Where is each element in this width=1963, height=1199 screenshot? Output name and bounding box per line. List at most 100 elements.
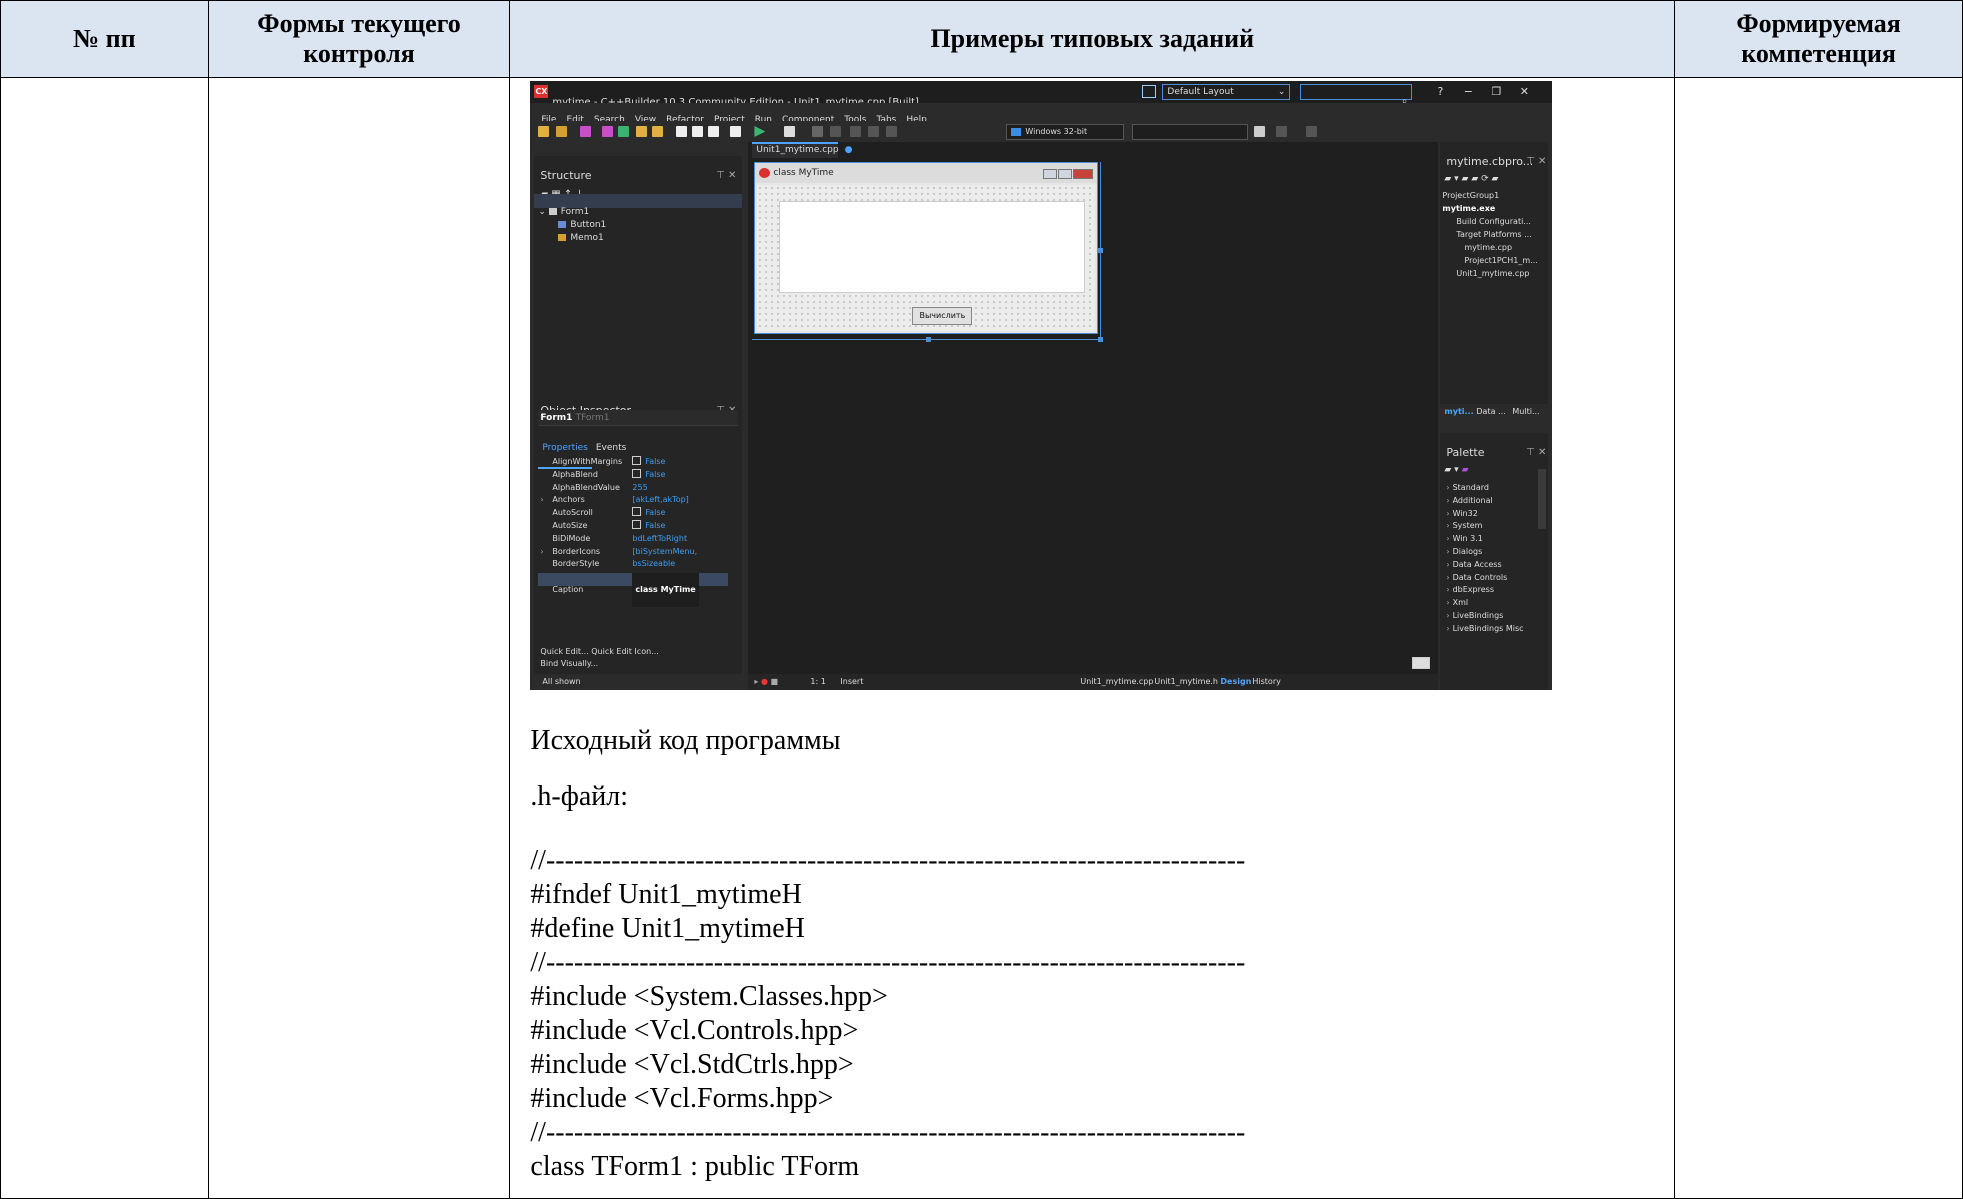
code-line: //--------------------------------------… xyxy=(530,845,1246,876)
stop-icon[interactable] xyxy=(830,126,842,137)
resize-handle[interactable] xyxy=(1098,248,1104,253)
project-manager-panel: mytime.cbpro... ⊤ ✕ ▰ ▾ ▰ ▰ ⟳ ▰ ProjectG… xyxy=(1440,142,1549,420)
add-to-project-icon[interactable] xyxy=(636,126,648,137)
object-inspector-panel: Object Inspector ⊤ ✕ Form1 TForm1 Proper… xyxy=(534,391,743,690)
object-select-name: Form1 xyxy=(540,413,573,423)
view-tab-design[interactable]: Design xyxy=(1220,674,1251,690)
form-titlebar: class MyTime xyxy=(755,163,1098,183)
memo-component[interactable] xyxy=(779,201,1086,293)
form-minimize-icon xyxy=(1043,169,1058,179)
app-icon: CX xyxy=(534,85,549,98)
resize-handle[interactable] xyxy=(926,337,932,342)
property-row[interactable]: AlphaBlend False xyxy=(538,458,728,479)
property-row[interactable]: BiDiMode bdLeftToRight xyxy=(538,522,728,543)
structure-panel: Structure ⊤ ✕ ▰ ▦ ↑ ↓ ⌄ Form1 Button1 Me… xyxy=(534,156,743,391)
form-window-buttons xyxy=(1042,167,1094,187)
remove-from-project-icon[interactable] xyxy=(652,126,664,137)
config-select[interactable] xyxy=(1132,124,1249,140)
oi-links: Quick Edit... Quick Edit Icon... Bind Vi… xyxy=(540,646,658,670)
layout-select[interactable]: Default Layout ⌄ xyxy=(1162,84,1291,100)
new-file-icon[interactable] xyxy=(538,126,550,137)
property-row[interactable]: BorderWidth0 xyxy=(538,560,728,581)
restore-button[interactable]: ❐ xyxy=(1486,84,1506,100)
pause-icon[interactable] xyxy=(812,126,824,137)
designed-form[interactable]: class MyTime Вычислить xyxy=(754,162,1099,334)
calculate-button[interactable]: Вычислить xyxy=(912,307,973,325)
form-preview-icon[interactable] xyxy=(1412,657,1431,669)
view-form-icon[interactable] xyxy=(692,126,704,137)
quick-edit-icon-link[interactable]: Quick Edit Icon... xyxy=(591,647,659,656)
code-line: class TForm1 : public TForm xyxy=(530,1151,860,1182)
save-all-icon[interactable] xyxy=(602,126,614,137)
property-row[interactable]: BorderStyle bsSizeable xyxy=(538,547,728,568)
chevron-right-icon: › xyxy=(1446,623,1450,633)
code-line: //--------------------------------------… xyxy=(530,947,1246,978)
property-row[interactable]: Caption class MyTime xyxy=(538,573,729,607)
editor-tab[interactable]: Unit1_mytime.cpp ● xyxy=(752,142,852,158)
view-unit-icon[interactable] xyxy=(676,126,688,137)
project-tabs: myti... Data ... Multi... xyxy=(1440,404,1549,420)
run-without-debug-icon[interactable] xyxy=(784,126,796,137)
device-icon[interactable] xyxy=(1254,126,1266,137)
platform-select[interactable]: Windows 32-bit xyxy=(1006,124,1125,140)
property-row[interactable]: AutoScroll False xyxy=(538,496,728,517)
platform-select-label: Windows 32-bit xyxy=(1025,127,1088,136)
object-select[interactable]: Form1 TForm1 xyxy=(538,410,739,426)
ide-menubar: File Edit Search View Refactor Project Run Comp… xyxy=(530,103,1553,125)
code-line: #include <Vcl.Controls.hpp> xyxy=(530,1015,859,1046)
ide-titlebar: CX mytime - C++Builder 10.3 Community Ed… xyxy=(530,81,1553,108)
minimize-button[interactable]: − xyxy=(1458,84,1478,100)
object-select-type: TForm1 xyxy=(575,413,610,423)
macro-icon[interactable]: ▸ ● ■ xyxy=(754,674,778,690)
tab-project[interactable]: myti... xyxy=(1444,404,1473,420)
tab-multi[interactable]: Multi... xyxy=(1512,404,1539,420)
property-row[interactable]: AlignWithMargins False xyxy=(538,445,728,466)
quick-edit-link[interactable]: Quick Edit... xyxy=(540,647,588,656)
body-row: CX mytime - C++Builder 10.3 Community Ed… xyxy=(0,77,1963,1199)
help-button[interactable]: ? xyxy=(1430,84,1450,100)
property-row[interactable]: AutoSize False xyxy=(538,509,728,530)
code-block: //--------------------------------------… xyxy=(530,844,1674,1184)
tab-data[interactable]: Data ... xyxy=(1476,404,1505,420)
form-app-icon xyxy=(759,168,771,178)
close-button[interactable]: ✕ xyxy=(1514,84,1534,100)
property-row[interactable]: › BorderIcons [biSystemMenu, xyxy=(538,535,728,556)
ide-search-input[interactable]: ⌕ xyxy=(1300,84,1413,107)
task-examples-cell: CX mytime - C++Builder 10.3 Community Ed… xyxy=(509,77,1676,1199)
layout-icon[interactable] xyxy=(1142,85,1157,98)
view-tab-cpp[interactable]: Unit1_mytime.cpp xyxy=(1080,674,1153,690)
open-file-icon[interactable] xyxy=(556,126,568,137)
property-row[interactable]: AlphaBlendValue 255 xyxy=(538,471,728,492)
control-form-cell xyxy=(207,77,511,1199)
bind-visually-link[interactable]: Bind Visually... xyxy=(540,659,598,668)
form-designer: Unit1_mytime.cpp ● class MyTime Вычислить xyxy=(748,142,1439,690)
tree-item-memo[interactable]: Memo1 xyxy=(558,221,604,255)
step-over-icon[interactable] xyxy=(868,126,880,137)
pin-close-icon[interactable]: ⊤ ✕ xyxy=(1526,436,1546,470)
ide-screenshot: CX mytime - C++Builder 10.3 Community Ed… xyxy=(530,81,1553,690)
run-to-cursor-icon[interactable] xyxy=(886,126,898,137)
toggle-form-unit-icon[interactable] xyxy=(708,126,720,137)
open-project-icon[interactable] xyxy=(618,126,630,137)
header-row: № пп Формы текущего контроля Примеры тип… xyxy=(0,0,1963,78)
forward-icon[interactable] xyxy=(1306,126,1318,137)
palette-category[interactable]: › LiveBindings Misc xyxy=(1446,612,1523,646)
task-content: CX mytime - C++Builder 10.3 Community Ed… xyxy=(510,81,1674,1184)
back-icon[interactable] xyxy=(1276,126,1288,137)
resize-handle[interactable] xyxy=(1098,337,1104,342)
view-tab-history[interactable]: History xyxy=(1252,674,1280,690)
trace-into-icon[interactable] xyxy=(850,126,862,137)
pin-close-icon[interactable]: ⊤ ✕ xyxy=(716,159,736,193)
palette-scrollbar[interactable] xyxy=(1538,469,1547,529)
unit-file-item[interactable]: Unit1_mytime.cpp xyxy=(1456,257,1529,291)
editor-statusbar: ▸ ● ■ 1: 1 Insert Unit1_mytime.cpp Unit1… xyxy=(748,674,1439,690)
save-icon[interactable] xyxy=(580,126,592,137)
property-row[interactable]: › Anchors [akLeft,akTop] xyxy=(538,483,728,504)
pin-close-icon[interactable]: ⊤ ✕ xyxy=(1526,145,1546,179)
run-icon[interactable] xyxy=(754,126,766,137)
code-line: #include <Vcl.StdCtrls.hpp> xyxy=(530,1049,854,1080)
form-close-icon xyxy=(1073,169,1094,179)
new-form-icon[interactable] xyxy=(730,126,742,137)
property-value[interactable]: class MyTime xyxy=(632,573,699,607)
view-tab-h[interactable]: Unit1_mytime.h xyxy=(1154,674,1218,690)
